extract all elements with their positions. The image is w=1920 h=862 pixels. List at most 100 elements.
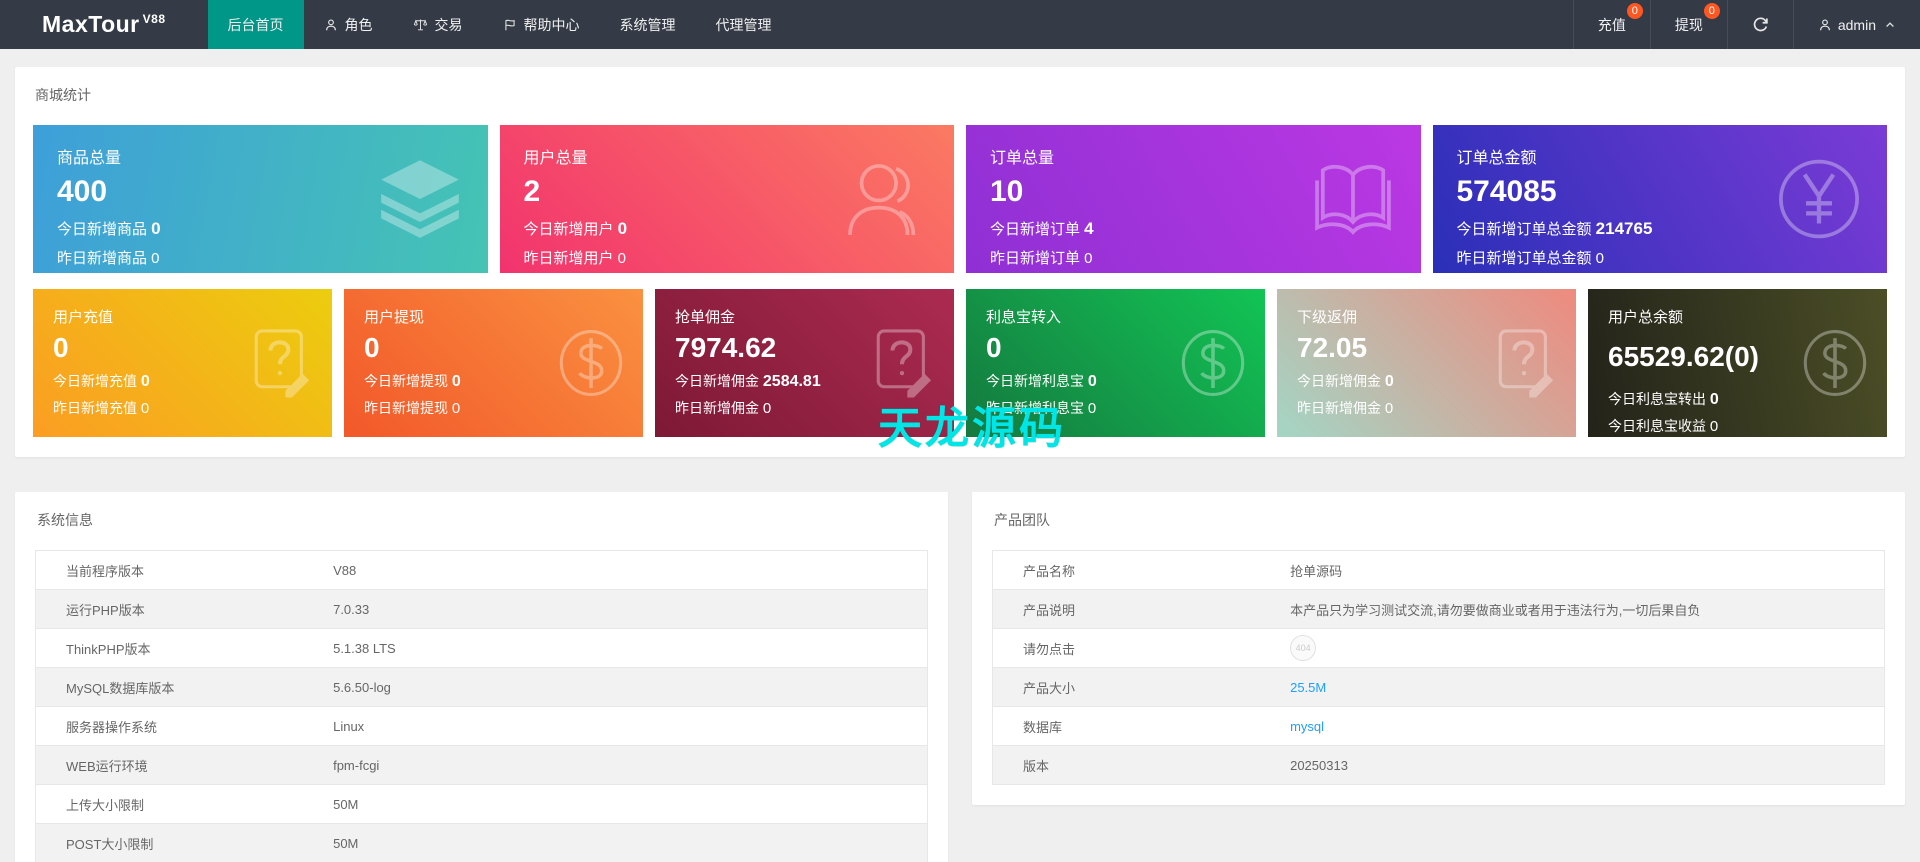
- chevron-up-icon: [1884, 19, 1896, 31]
- product-team-label: 请勿点击: [993, 629, 1261, 668]
- stat-card-user-recharge: 用户充值0今日新增充值 0昨日新增充值 0: [33, 289, 332, 437]
- stat-card-sub-rebate: 下级返佣72.05今日新增佣金 0昨日新增佣金 0: [1277, 289, 1576, 437]
- brand-name: MaxTour: [42, 11, 140, 38]
- system-info-value: fpm-fcgi: [303, 746, 927, 785]
- line-label: 昨日新增提现: [364, 400, 452, 416]
- nav-item-label: 帮助中心: [524, 15, 580, 35]
- product-team-value: 抢单源码: [1260, 551, 1884, 590]
- nav-item-2[interactable]: 角色: [304, 0, 393, 49]
- product-team-link[interactable]: 25.5M: [1290, 680, 1326, 695]
- stat-card-line: 昨日新增充值 0: [53, 398, 312, 418]
- line-value: 0: [618, 250, 626, 267]
- person-icon: [324, 18, 338, 32]
- stat-card-line: 昨日新增商品 0: [57, 247, 464, 268]
- stat-card-order-amount: 订单总金额574085今日新增订单总金额 214765昨日新增订单总金额 0: [1433, 125, 1888, 273]
- username: admin: [1838, 17, 1876, 33]
- refresh-icon: [1752, 16, 1769, 33]
- product-team-value: 20250313: [1260, 746, 1884, 785]
- system-info-row: 上传大小限制50M: [36, 785, 928, 824]
- line-label: 今日利息宝收益: [1608, 418, 1710, 434]
- system-info-value: V88: [303, 551, 927, 590]
- product-team-row: 版本20250313: [993, 746, 1885, 785]
- stat-card-title: 用户提现: [364, 306, 623, 327]
- product-team-row: 产品大小25.5M: [993, 668, 1885, 707]
- nav-item-4[interactable]: 帮助中心: [483, 0, 600, 49]
- recharge-button[interactable]: 充值0: [1573, 0, 1650, 49]
- line-label: 昨日新增佣金: [675, 400, 763, 416]
- mall-stats-panel: 商城统计 商品总量400今日新增商品 0昨日新增商品 0用户总量2今日新增用户 …: [15, 67, 1905, 457]
- nav-item-label: 系统管理: [620, 15, 676, 35]
- line-label: 昨日新增商品: [57, 250, 151, 267]
- system-info-value: 50M: [303, 824, 927, 862]
- system-info-value: Linux: [303, 707, 927, 746]
- line-value: 0: [763, 400, 771, 417]
- withdraw-label: 提现: [1675, 15, 1703, 35]
- line-label: 昨日新增订单总金额: [1457, 250, 1596, 267]
- system-info-label: WEB运行环境: [36, 746, 304, 785]
- line-value: 0: [1710, 391, 1719, 408]
- line-value: 0: [1088, 400, 1096, 417]
- withdraw-button[interactable]: 提现0: [1650, 0, 1727, 49]
- stat-card-title: 利息宝转入: [986, 306, 1245, 327]
- product-team-value: 25.5M: [1260, 668, 1884, 707]
- system-info-title: 系统信息: [37, 510, 928, 530]
- line-label: 今日新增提现: [364, 373, 452, 389]
- refresh-button[interactable]: [1727, 0, 1793, 49]
- line-label: 今日新增利息宝: [986, 373, 1088, 389]
- line-label: 昨日新增利息宝: [986, 400, 1088, 416]
- user-menu[interactable]: admin: [1793, 0, 1920, 49]
- yen-circle-icon: [1773, 153, 1865, 245]
- product-team-link[interactable]: mysql: [1290, 719, 1324, 734]
- line-label: 昨日新增用户: [524, 250, 618, 267]
- line-value: 0: [1710, 418, 1718, 435]
- line-label: 今日新增订单: [990, 221, 1084, 238]
- nav-item-label: 代理管理: [716, 15, 772, 35]
- system-info-label: 上传大小限制: [36, 785, 304, 824]
- system-info-label: ThinkPHP版本: [36, 629, 304, 668]
- system-info-panel: 系统信息 当前程序版本V88运行PHP版本7.0.33ThinkPHP版本5.1…: [15, 492, 948, 862]
- stat-card-interest-transfer-in: 利息宝转入0今日新增利息宝 0昨日新增利息宝 0: [966, 289, 1265, 437]
- person-icon: [1818, 18, 1832, 32]
- doc-question-icon: [242, 325, 318, 401]
- stat-card-line: 昨日新增订单总金额 0: [1457, 247, 1864, 268]
- brand-logo[interactable]: MaxTourV88: [0, 0, 208, 49]
- line-label: 昨日新增佣金: [1297, 400, 1385, 416]
- line-label: 今日新增佣金: [1297, 373, 1385, 389]
- nav-item-1[interactable]: 后台首页: [208, 0, 304, 49]
- main-content: 商城统计 商品总量400今日新增商品 0昨日新增商品 0用户总量2今日新增用户 …: [0, 49, 1920, 862]
- line-label: 今日新增充值: [53, 373, 141, 389]
- line-label: 昨日新增订单: [990, 250, 1084, 267]
- stat-card-product-total: 商品总量400今日新增商品 0昨日新增商品 0: [33, 125, 488, 273]
- nav-item-3[interactable]: 交易: [393, 0, 483, 49]
- layers-icon: [374, 153, 466, 245]
- system-info-label: 服务器操作系统: [36, 707, 304, 746]
- book-icon: [1307, 153, 1399, 245]
- stats-row-2: 用户充值0今日新增充值 0昨日新增充值 0 用户提现 0 今日新增提现 0 昨日新增提现…: [33, 289, 1887, 437]
- product-team-panel: 产品团队 产品名称抢单源码产品说明本产品只为学习测试交流,请勿要做商业或者用于违…: [972, 492, 1905, 805]
- nav-item-5[interactable]: 系统管理: [600, 0, 696, 49]
- system-info-row: 当前程序版本V88: [36, 551, 928, 590]
- line-value: 0: [1084, 250, 1092, 267]
- line-value: 0: [151, 250, 159, 267]
- product-team-label: 数据库: [993, 707, 1261, 746]
- doc-question-icon: [1486, 325, 1562, 401]
- system-info-value: 7.0.33: [303, 590, 927, 629]
- dollar-circle-icon: [553, 325, 629, 401]
- system-info-value: 5.1.38 LTS: [303, 629, 927, 668]
- nav-item-6[interactable]: 代理管理: [696, 0, 792, 49]
- nav-item-label: 角色: [345, 15, 373, 35]
- system-info-row: MySQL数据库版本5.6.50-log: [36, 668, 928, 707]
- system-info-label: 运行PHP版本: [36, 590, 304, 629]
- stat-card-user-total: 用户总量2今日新增用户 0昨日新增用户 0: [500, 125, 955, 273]
- product-team-table: 产品名称抢单源码产品说明本产品只为学习测试交流,请勿要做商业或者用于违法行为,一…: [992, 550, 1885, 785]
- stat-card-line: 今日利息宝收益 0: [1608, 416, 1867, 436]
- system-info-row: ThinkPHP版本5.1.38 LTS: [36, 629, 928, 668]
- system-info-label: MySQL数据库版本: [36, 668, 304, 707]
- line-label: 今日新增用户: [524, 221, 618, 238]
- line-value: 0: [1596, 250, 1604, 267]
- stat-card-line: 昨日新增佣金 0: [675, 398, 934, 418]
- product-team-row: 请勿点击 404: [993, 629, 1885, 668]
- line-value: 0: [1385, 400, 1393, 417]
- product-team-label: 产品名称: [993, 551, 1261, 590]
- broken-image-404-badge[interactable]: 404: [1290, 635, 1316, 661]
